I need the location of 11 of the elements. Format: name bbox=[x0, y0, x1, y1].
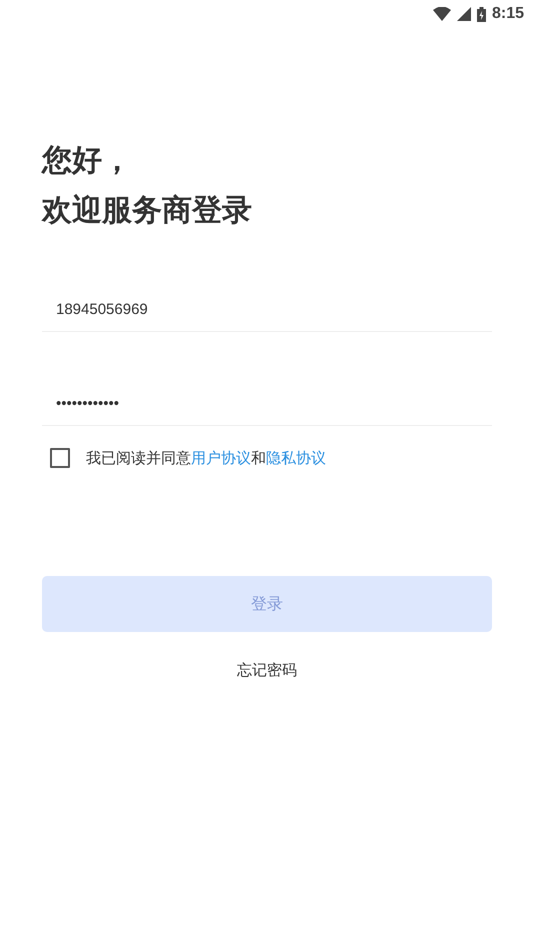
signal-icon bbox=[456, 7, 471, 21]
agreement-checkbox[interactable] bbox=[50, 448, 70, 468]
battery-icon bbox=[476, 6, 486, 22]
greeting-title: 欢迎服务商登录 bbox=[42, 192, 253, 230]
status-time: 8:15 bbox=[492, 5, 524, 23]
greeting-title: 您好， bbox=[42, 142, 133, 180]
wifi-icon bbox=[432, 7, 451, 21]
phone-field[interactable]: 18945056969 bbox=[42, 288, 492, 332]
forgot-password-link[interactable]: 忘记密码 bbox=[237, 661, 297, 680]
agreement-text: 我已阅读并同意用户协议和隐私协议 bbox=[86, 448, 326, 468]
password-field[interactable]: •••••••••••• bbox=[42, 382, 492, 426]
